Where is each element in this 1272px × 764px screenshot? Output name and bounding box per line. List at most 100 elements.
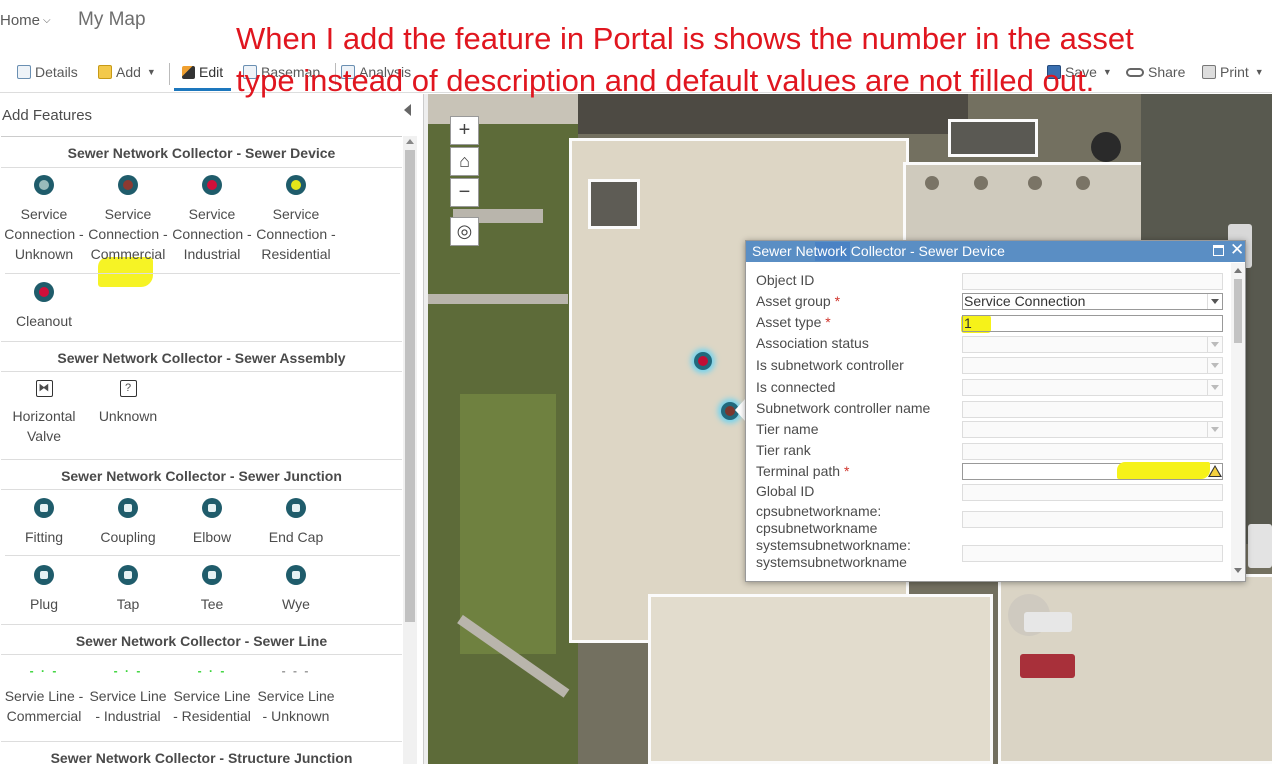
field-label: Tier name xyxy=(756,421,819,437)
zoom-in-button[interactable]: + xyxy=(450,116,479,145)
field-label: Subnetwork controller name xyxy=(756,400,931,416)
tier-rank-field xyxy=(962,443,1223,460)
is-connected-select xyxy=(962,379,1223,396)
scroll-up-icon[interactable] xyxy=(1234,268,1242,273)
template-tap[interactable]: Tap xyxy=(86,565,170,614)
divider xyxy=(1,459,402,460)
template-label: - Unknown xyxy=(262,708,330,724)
scroll-thumb[interactable] xyxy=(1234,279,1242,343)
template-assembly-unknown[interactable]: ? Unknown xyxy=(86,380,170,426)
template-tee[interactable]: Tee xyxy=(170,565,254,614)
edit-button[interactable]: Edit xyxy=(182,64,223,80)
red-circle-icon xyxy=(34,282,54,302)
template-service-connection-commercial[interactable]: Service Connection - Commercial xyxy=(86,175,170,264)
template-label: Unknown xyxy=(98,408,158,424)
field-label: cpsubnetworkname: cpsubnetworkname xyxy=(756,503,882,536)
details-button[interactable]: Details xyxy=(17,64,78,80)
popup-title: Sewer Network Collector - Sewer Device xyxy=(752,243,1005,259)
template-service-line-industrial[interactable]: - · - Service Line - Industrial xyxy=(86,665,170,726)
asset-group-select[interactable]: Service Connection xyxy=(962,293,1223,310)
template-wye[interactable]: Wye xyxy=(254,565,338,614)
question-mark-icon: ? xyxy=(119,380,137,397)
template-service-line-commercial[interactable]: - · - Servie Line - Commercial xyxy=(2,665,86,726)
template-label: Coupling xyxy=(100,529,156,545)
template-label: Service xyxy=(20,206,68,222)
template-service-connection-industrial[interactable]: Service Connection - Industrial xyxy=(170,175,254,264)
panel-scrollbar[interactable] xyxy=(403,136,417,764)
field-label: Is connected xyxy=(756,379,836,395)
template-label: - Residential xyxy=(173,708,251,724)
wye-icon xyxy=(286,565,306,585)
divider xyxy=(1,371,402,372)
template-label: - Industrial xyxy=(95,708,161,724)
divider xyxy=(1,341,402,342)
home-menu[interactable]: Home ⌵ xyxy=(0,12,51,29)
chevron-down-icon xyxy=(1207,294,1222,309)
group-title-sewer-assembly: Sewer Network Collector - Sewer Assembly xyxy=(57,350,346,366)
red-circle-icon xyxy=(202,175,222,195)
divider xyxy=(1,741,402,742)
scroll-up-icon[interactable] xyxy=(406,139,414,144)
template-label: Service xyxy=(104,206,152,222)
close-icon[interactable]: ✕ xyxy=(1230,240,1244,260)
add-layer-icon xyxy=(98,65,112,79)
scroll-down-icon[interactable] xyxy=(1234,568,1242,573)
fitting-icon xyxy=(34,498,54,518)
template-plug[interactable]: Plug xyxy=(2,565,86,614)
popup-scrollbar[interactable] xyxy=(1231,263,1245,581)
add-label: Add xyxy=(116,64,141,80)
caret-down-icon: ▼ xyxy=(1254,67,1264,77)
locate-icon[interactable]: ◎ xyxy=(450,217,479,246)
group-title-structure-junction: Sewer Network Collector - Structure Junc… xyxy=(50,750,353,764)
template-cleanout[interactable]: Cleanout xyxy=(2,282,86,331)
template-label: Unknown xyxy=(14,246,74,262)
home-extent-icon[interactable]: ⌂ xyxy=(450,147,479,176)
template-coupling[interactable]: Coupling xyxy=(86,498,170,547)
template-label: Service xyxy=(188,206,236,222)
add-button[interactable]: Add ▼ xyxy=(98,64,156,80)
chevron-down-icon xyxy=(1207,422,1222,437)
template-label: Connection - xyxy=(256,226,336,242)
divider xyxy=(5,555,400,556)
template-end-cap[interactable]: End Cap xyxy=(254,498,338,547)
group-title-sewer-line: Sewer Network Collector - Sewer Line xyxy=(75,633,328,649)
template-label: Service Line xyxy=(173,688,251,704)
template-label: Horizontal xyxy=(12,408,76,424)
field-label: Global ID xyxy=(756,483,815,499)
chevron-down-icon: ⌵ xyxy=(43,15,51,26)
chevron-down-icon xyxy=(1207,337,1222,352)
details-icon xyxy=(17,65,31,79)
template-label: Commercial xyxy=(6,708,82,724)
annotation-text: When I add the feature in Portal is show… xyxy=(236,18,1246,102)
template-elbow[interactable]: Elbow xyxy=(170,498,254,547)
collapse-panel-icon[interactable] xyxy=(404,104,411,116)
field-label: Object ID xyxy=(756,272,815,288)
line-symbol-icon: - - - xyxy=(281,664,311,678)
feature-point-industrial[interactable] xyxy=(694,352,712,370)
template-service-line-unknown[interactable]: - - - Service Line - Unknown xyxy=(254,664,338,726)
scroll-thumb[interactable] xyxy=(405,150,415,622)
systemsubnetworkname-field xyxy=(962,545,1223,562)
asset-type-field[interactable]: 1 xyxy=(962,315,1223,332)
divider xyxy=(1,624,402,625)
map-title: My Map xyxy=(78,9,146,30)
template-horizontal-valve[interactable]: ⧓ Horizontal Valve xyxy=(2,380,86,446)
maximize-icon[interactable] xyxy=(1213,245,1224,256)
template-service-line-residential[interactable]: - · - Service Line - Residential xyxy=(170,665,254,726)
field-label: systemsubnetworkname: systemsubnetworknam… xyxy=(756,537,911,570)
template-label: Residential xyxy=(261,246,331,262)
field-label: Tier rank xyxy=(756,442,811,458)
active-tab-indicator xyxy=(174,88,231,91)
zoom-out-button[interactable]: − xyxy=(450,178,479,207)
template-label: Tee xyxy=(200,596,224,612)
template-label: Servie Line - xyxy=(4,688,84,704)
tap-icon xyxy=(118,565,138,585)
template-label: Connection - xyxy=(88,226,168,242)
template-service-connection-residential[interactable]: Service Connection - Residential xyxy=(254,175,338,264)
field-label: Is subnetwork controller xyxy=(756,357,904,373)
cpsubnetworkname-field xyxy=(962,511,1223,528)
field-label: Terminal path * xyxy=(756,463,850,479)
caret-down-icon: ▼ xyxy=(146,67,156,77)
template-service-connection-unknown[interactable]: Service Connection - Unknown xyxy=(2,175,86,264)
template-fitting[interactable]: Fitting xyxy=(2,498,86,547)
